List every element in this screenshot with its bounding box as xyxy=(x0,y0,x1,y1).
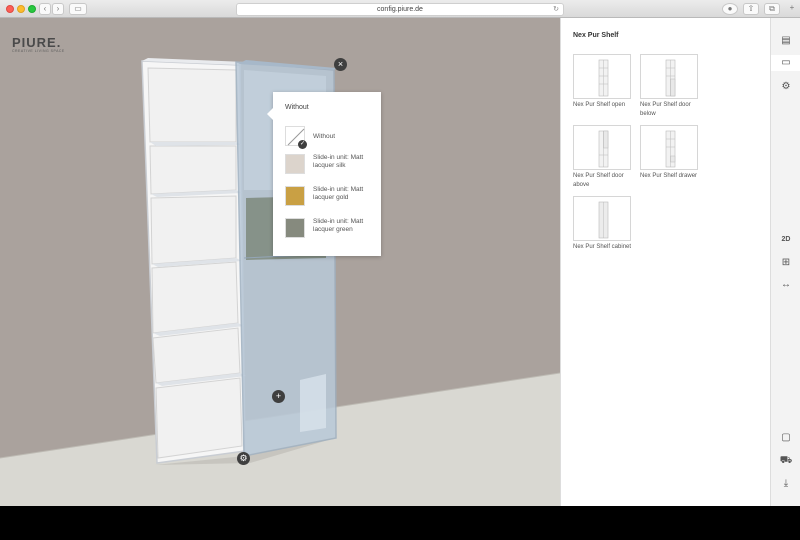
shelf-open-icon xyxy=(598,59,609,97)
logo-name: PIURE. xyxy=(12,35,62,50)
product-card-door-above[interactable]: Nex Pur Shelf door above xyxy=(573,125,635,190)
option-matt-lacquer-silk[interactable]: Slide-in unit: Matt lacquer silk xyxy=(285,154,377,180)
option-matt-lacquer-gold[interactable]: Slide-in unit: Matt lacquer gold xyxy=(285,186,377,212)
share-button[interactable]: ⇧ xyxy=(743,3,759,15)
view-2d-button[interactable]: 2D xyxy=(778,232,794,248)
browser-chrome: ‹ › ▭ config.piure.de ↻ ● ⇧ ⧉ + xyxy=(0,0,800,18)
product-card-open[interactable]: Nex Pur Shelf open xyxy=(573,54,635,110)
right-toolbar: ▤ ▭ ⚙ 2D ⊞ ↔ ▢ ⛟ ⤓ xyxy=(770,18,800,506)
sidebar-toggle-button[interactable]: ▭ xyxy=(69,3,87,15)
settings-button[interactable]: ⚙ xyxy=(778,79,794,95)
grid-button[interactable]: ⊞ xyxy=(778,255,794,271)
selected-check-icon: ✓ xyxy=(298,140,307,149)
product-panel: Nex Pur Shelf Nex Pur Shelf open Nex Pur… xyxy=(560,18,770,506)
plus-icon: + xyxy=(789,3,795,12)
zoom-window-button[interactable] xyxy=(28,5,36,13)
url-text: config.piure.de xyxy=(377,6,423,13)
tabs-button[interactable]: ⧉ xyxy=(764,3,780,15)
shelf-door-below-icon xyxy=(665,59,676,97)
product-caption: Nex Pur Shelf door below xyxy=(640,102,691,117)
new-tab-button[interactable]: + xyxy=(786,3,798,15)
product-caption: Nex Pur Shelf door above xyxy=(573,173,624,188)
chevron-left-icon: ‹ xyxy=(43,4,47,13)
chevron-right-icon: › xyxy=(56,4,60,13)
product-thumbnail xyxy=(640,125,698,170)
add-element-button[interactable]: + xyxy=(272,390,285,403)
grid-icon: ⊞ xyxy=(781,257,791,268)
popup-title: Without xyxy=(285,104,309,111)
logo-tagline: CREATIVE LIVING SPACE xyxy=(12,49,65,53)
option-label: Slide-in unit: Matt lacquer silk xyxy=(313,154,364,169)
layout-icon: ▤ xyxy=(781,35,791,46)
option-matt-lacquer-green[interactable]: Slide-in unit: Matt lacquer green xyxy=(285,218,377,244)
gear-icon: ⚙ xyxy=(239,453,248,463)
shelf-drawer-icon xyxy=(665,130,676,168)
clipboard-button[interactable]: ▢ xyxy=(778,430,794,446)
swatch-gold xyxy=(285,186,305,206)
bottom-bar xyxy=(0,506,800,540)
cart-button[interactable]: ⛟ xyxy=(778,453,794,469)
clipboard-icon: ▢ xyxy=(781,432,791,443)
gear-icon: ⚙ xyxy=(781,81,791,92)
shelf-cabinet-icon xyxy=(598,201,609,239)
downloads-button[interactable]: ● xyxy=(722,3,738,15)
close-popup-button[interactable]: × xyxy=(334,58,347,71)
option-label: Slide-in unit: Matt lacquer gold xyxy=(313,186,364,201)
open-shelf-unit xyxy=(141,58,246,464)
product-caption: Nex Pur Shelf cabinet xyxy=(573,244,632,250)
shelf-door-above-icon xyxy=(598,130,609,168)
panel-title: Nex Pur Shelf xyxy=(573,32,619,39)
option-without[interactable]: ✓ Without xyxy=(285,126,377,150)
dimensions-button[interactable]: ↔ xyxy=(778,277,794,293)
reload-icon[interactable]: ↻ xyxy=(553,4,559,15)
catalog-button[interactable]: ▭ xyxy=(771,55,800,71)
piure-logo: PIURE. CREATIVE LIVING SPACE xyxy=(12,35,65,53)
product-card-drawer[interactable]: Nex Pur Shelf drawer xyxy=(640,125,702,181)
sidebar-icon: ▭ xyxy=(74,4,82,13)
element-settings-button[interactable]: ⚙ xyxy=(237,452,250,465)
product-thumbnail xyxy=(573,196,631,241)
swatch-silk xyxy=(285,154,305,174)
download-icon: ⤓ xyxy=(783,478,789,489)
product-thumbnail xyxy=(640,54,698,99)
product-card-door-below[interactable]: Nex Pur Shelf door below xyxy=(640,54,702,119)
product-thumbnail xyxy=(573,54,631,99)
product-thumbnail xyxy=(573,125,631,170)
close-icon: × xyxy=(337,59,344,69)
plus-icon: + xyxy=(275,391,282,401)
product-caption: Nex Pur Shelf open xyxy=(573,102,626,108)
product-caption: Nex Pur Shelf drawer xyxy=(640,173,698,179)
download-circle-icon: ● xyxy=(727,4,733,13)
download-button[interactable]: ⤓ xyxy=(778,476,794,492)
address-bar[interactable]: config.piure.de ↻ xyxy=(236,3,564,16)
share-icon: ⇧ xyxy=(747,4,755,13)
back-button[interactable]: ‹ xyxy=(39,3,51,15)
cart-icon: ⛟ xyxy=(779,455,793,466)
forward-button[interactable]: › xyxy=(52,3,64,15)
slide-in-unit-popup: Without ✓ Without Slide-in unit: Matt la… xyxy=(267,92,381,256)
close-window-button[interactable] xyxy=(6,5,14,13)
option-label: Slide-in unit: Matt lacquer green xyxy=(313,218,364,233)
tabs-icon: ⧉ xyxy=(769,4,775,13)
dimensions-icon: ↔ xyxy=(781,279,791,290)
layout-button[interactable]: ▤ xyxy=(778,33,794,49)
minimize-window-button[interactable] xyxy=(17,5,25,13)
folder-icon: ▭ xyxy=(781,57,791,68)
option-label: Without xyxy=(313,133,336,140)
product-card-cabinet[interactable]: Nex Pur Shelf cabinet xyxy=(573,196,635,252)
3d-viewport[interactable]: PIURE. CREATIVE LIVING SPACE × + ⚙ Witho… xyxy=(0,18,560,506)
swatch-green xyxy=(285,218,305,238)
